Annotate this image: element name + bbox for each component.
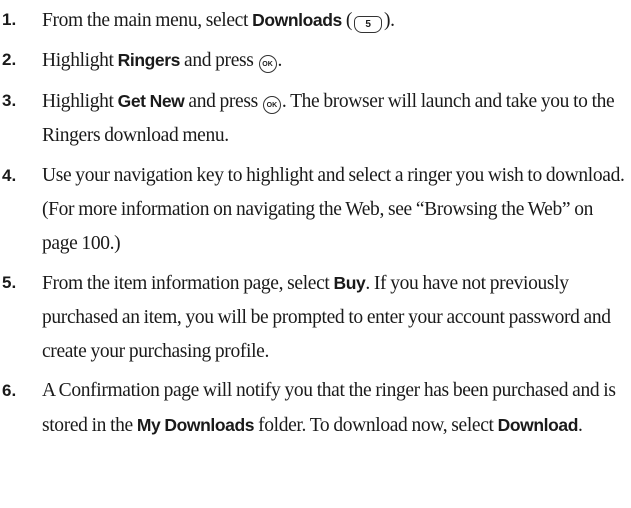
step-number: 6.: [2, 381, 17, 400]
ok-key-icon: OK: [258, 55, 277, 73]
number-5-key-icon: 5: [354, 16, 383, 33]
menu-item-buy: Buy: [333, 273, 366, 293]
step-number: 5.: [2, 273, 17, 292]
step-text: From the main menu, select Downloads (5)…: [42, 10, 395, 33]
step-number: 2.: [2, 50, 17, 69]
menu-item-ringers: Ringers: [117, 50, 181, 70]
step-text: Use your navigation key to highlight and…: [42, 165, 625, 254]
step-number: 3.: [2, 91, 17, 110]
step-text: Highlight Get New and press OK. The brow…: [42, 91, 615, 146]
folder-name-my-downloads: My Downloads: [136, 415, 255, 435]
menu-item-download: Download: [497, 415, 579, 435]
step-number: 4.: [2, 166, 17, 185]
ok-key-icon: OK: [262, 96, 281, 114]
menu-item-get-new: Get New: [117, 91, 185, 111]
step-text: From the item information page, select B…: [42, 273, 611, 362]
step-number: 1.: [2, 10, 17, 29]
step-text: Highlight Ringers and press OK.: [42, 50, 283, 73]
step-text: A Confirmation page will notify you that…: [42, 380, 616, 436]
menu-item-downloads: Downloads: [252, 10, 342, 30]
